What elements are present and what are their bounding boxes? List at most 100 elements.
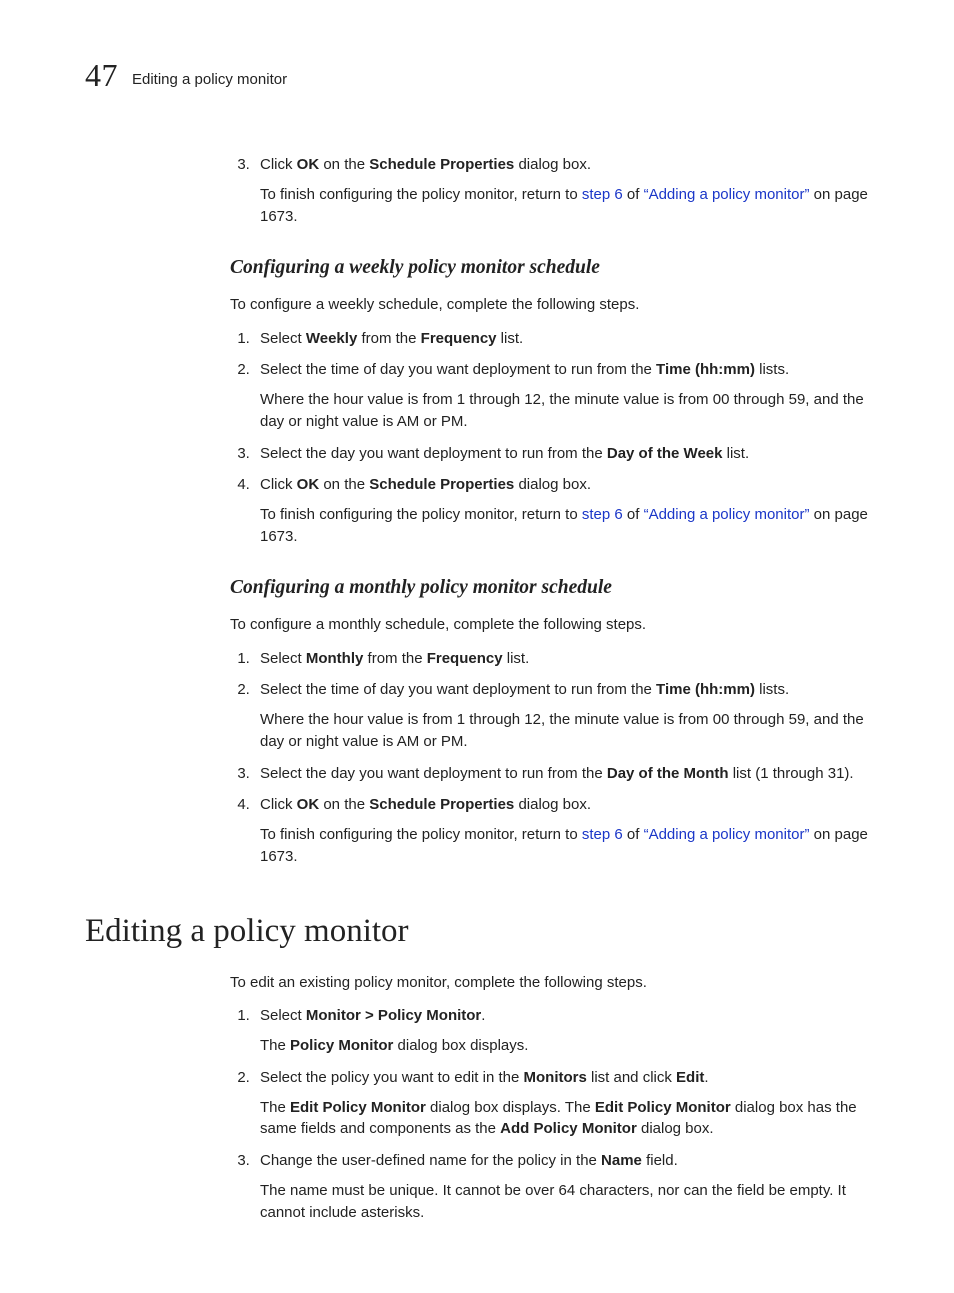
text: dialog box displays.: [393, 1037, 528, 1054]
running-header: 47 Editing a policy monitor: [85, 52, 869, 98]
text: Click: [260, 476, 297, 493]
ok-label: OK: [297, 476, 320, 493]
text: dialog box.: [514, 796, 591, 813]
time-label: Time (hh:mm): [656, 681, 755, 698]
frequency-label: Frequency: [427, 650, 503, 667]
text: list.: [722, 445, 749, 462]
list-item: Change the user-defined name for the pol…: [254, 1150, 869, 1223]
text: of: [623, 506, 644, 523]
sub-para: The Policy Monitor dialog box displays.: [260, 1035, 869, 1057]
monthly-heading: Configuring a monthly policy monitor sch…: [230, 574, 869, 602]
monthly-steps: Select Monthly from the Frequency list. …: [230, 648, 869, 868]
text: Click: [260, 156, 297, 173]
day-of-week-label: Day of the Week: [607, 445, 723, 462]
sub-para: Where the hour value is from 1 through 1…: [260, 709, 869, 753]
dialog-name: Policy Monitor: [290, 1037, 393, 1054]
text: on the: [319, 156, 369, 173]
adding-policy-monitor-link[interactable]: “Adding a policy monitor”: [644, 506, 810, 523]
text: on the: [319, 476, 369, 493]
list-item: Select Weekly from the Frequency list.: [254, 328, 869, 350]
text: To finish configuring the policy monitor…: [260, 826, 582, 843]
text: field.: [642, 1152, 678, 1169]
text: list.: [503, 650, 530, 667]
text: Select the policy you want to edit in th…: [260, 1069, 524, 1086]
list-item: Select the day you want deployment to ru…: [254, 443, 869, 465]
weekly-heading: Configuring a weekly policy monitor sche…: [230, 254, 869, 282]
text: Select the day you want deployment to ru…: [260, 765, 607, 782]
text: of: [623, 186, 644, 203]
text: .: [704, 1069, 708, 1086]
body-content: Click OK on the Schedule Properties dial…: [230, 154, 869, 867]
edit-intro: To edit an existing policy monitor, comp…: [230, 972, 869, 994]
editing-body: To edit an existing policy monitor, comp…: [230, 972, 869, 1224]
list-item: Click OK on the Schedule Properties dial…: [254, 794, 869, 867]
monthly-label: Monthly: [306, 650, 364, 667]
list-item: Select Monitor > Policy Monitor. The Pol…: [254, 1005, 869, 1057]
text: To finish configuring the policy monitor…: [260, 506, 582, 523]
ok-label: OK: [297, 156, 320, 173]
list-item: Click OK on the Schedule Properties dial…: [254, 474, 869, 547]
text: Select the day you want deployment to ru…: [260, 445, 607, 462]
text: dialog box.: [514, 476, 591, 493]
menu-path: Monitor > Policy Monitor: [306, 1007, 481, 1024]
text: To finish configuring the policy monitor…: [260, 186, 582, 203]
list-item: Select the day you want deployment to ru…: [254, 763, 869, 785]
step6-link[interactable]: step 6: [582, 186, 623, 203]
sub-para: The Edit Policy Monitor dialog box displ…: [260, 1097, 869, 1141]
editing-heading: Editing a policy monitor: [85, 908, 869, 956]
text: The: [260, 1099, 290, 1116]
edit-label: Edit: [676, 1069, 704, 1086]
monthly-intro: To configure a monthly schedule, complet…: [230, 614, 869, 636]
monitors-label: Monitors: [524, 1069, 587, 1086]
name-label: Name: [601, 1152, 642, 1169]
dialog-name: Edit Policy Monitor: [290, 1099, 426, 1116]
sub-para: To finish configuring the policy monitor…: [260, 504, 869, 548]
adding-policy-monitor-link[interactable]: “Adding a policy monitor”: [644, 826, 810, 843]
weekly-intro: To configure a weekly schedule, complete…: [230, 294, 869, 316]
sub-para: The name must be unique. It cannot be ov…: [260, 1180, 869, 1224]
sub-para: Where the hour value is from 1 through 1…: [260, 389, 869, 433]
text: list (1 through 31).: [729, 765, 854, 782]
sub-para: To finish configuring the policy monitor…: [260, 184, 869, 228]
text: .: [481, 1007, 485, 1024]
chapter-title: Editing a policy monitor: [132, 69, 287, 91]
frequency-label: Frequency: [421, 330, 497, 347]
prev-step-list: Click OK on the Schedule Properties dial…: [230, 154, 869, 227]
step6-link[interactable]: step 6: [582, 506, 623, 523]
text: lists.: [755, 361, 789, 378]
step6-link[interactable]: step 6: [582, 826, 623, 843]
text: dialog box.: [637, 1120, 714, 1137]
text: Click: [260, 796, 297, 813]
text: Select: [260, 650, 306, 667]
text: list.: [497, 330, 524, 347]
text: The: [260, 1037, 290, 1054]
text: dialog box.: [514, 156, 591, 173]
text: from the: [357, 330, 420, 347]
edit-steps: Select Monitor > Policy Monitor. The Pol…: [230, 1005, 869, 1223]
dialog-name: Schedule Properties: [369, 796, 514, 813]
dialog-name: Schedule Properties: [369, 156, 514, 173]
text: on the: [319, 796, 369, 813]
text: from the: [363, 650, 426, 667]
day-of-month-label: Day of the Month: [607, 765, 729, 782]
time-label: Time (hh:mm): [656, 361, 755, 378]
text: Select: [260, 1007, 306, 1024]
text: Select the time of day you want deployme…: [260, 681, 656, 698]
text: Change the user-defined name for the pol…: [260, 1152, 601, 1169]
dialog-name: Schedule Properties: [369, 476, 514, 493]
dialog-name: Add Policy Monitor: [500, 1120, 637, 1137]
chapter-number: 47: [85, 52, 118, 98]
list-item: Select the time of day you want deployme…: [254, 679, 869, 752]
list-item: Select the time of day you want deployme…: [254, 359, 869, 432]
text: lists.: [755, 681, 789, 698]
list-item: Select Monthly from the Frequency list.: [254, 648, 869, 670]
text: Select: [260, 330, 306, 347]
adding-policy-monitor-link[interactable]: “Adding a policy monitor”: [644, 186, 810, 203]
page: 47 Editing a policy monitor Click OK on …: [0, 0, 954, 1293]
ok-label: OK: [297, 796, 320, 813]
weekly-steps: Select Weekly from the Frequency list. S…: [230, 328, 869, 548]
text: of: [623, 826, 644, 843]
list-item: Select the policy you want to edit in th…: [254, 1067, 869, 1140]
text: list and click: [587, 1069, 676, 1086]
dialog-name: Edit Policy Monitor: [595, 1099, 731, 1116]
